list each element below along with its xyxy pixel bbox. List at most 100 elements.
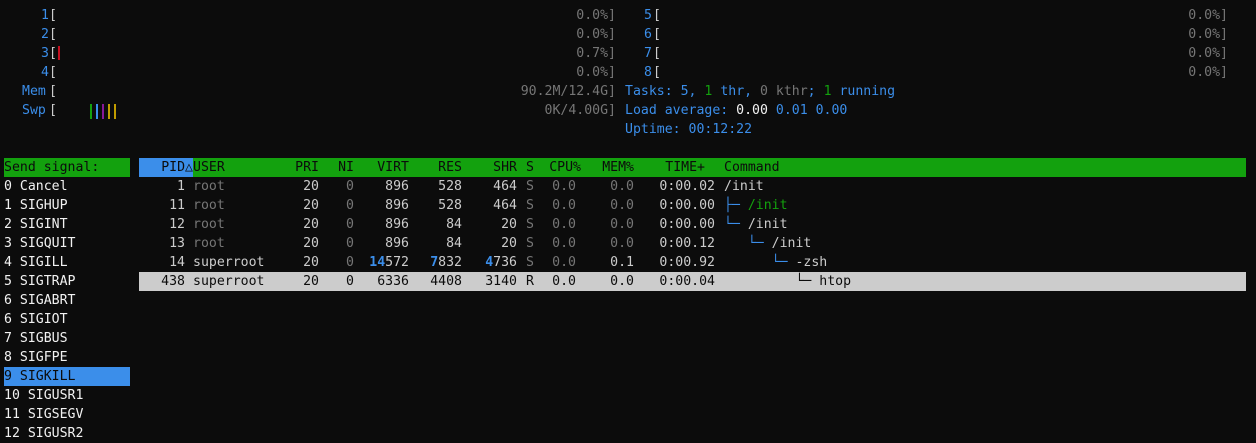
load-5min: 0.01	[775, 103, 808, 118]
process-time: 0:00.12	[659, 236, 715, 251]
tree-branch: └─	[724, 255, 796, 270]
cpu-8-value: 0.0%]	[1188, 65, 1228, 80]
process-row[interactable]: 12 root 20 0 896 84 20 S 0.0 0.0 0:00.00…	[139, 215, 1246, 234]
column-header-mem[interactable]: MEM%	[586, 158, 634, 177]
process-time: 0:00.02	[659, 179, 715, 194]
process-state: S	[526, 255, 534, 270]
process-cpu: 0.0	[552, 274, 576, 289]
process-pid: 13	[169, 236, 185, 251]
process-res: 84	[446, 217, 462, 232]
threads-label: thr	[712, 84, 745, 99]
process-row-selected[interactable]: 438 superroot 20 0 6336 4408 3140 R 0.0 …	[139, 272, 1246, 291]
process-pid: 11	[169, 198, 185, 213]
cpu-7-label: 7	[644, 46, 652, 61]
process-row[interactable]: 13 root 20 0 896 84 20 S 0.0 0.0 0:00.12…	[139, 234, 1246, 253]
signal-item-sigtrap[interactable]: 5 SIGTRAP	[4, 272, 130, 291]
cpu-4-label: 4	[41, 65, 49, 80]
cpu-5-bracket: [	[653, 8, 661, 23]
process-pri: 20	[303, 217, 319, 232]
process-row[interactable]: 11 root 20 0 896 528 464 S 0.0 0.0 0:00.…	[139, 196, 1246, 215]
process-user: root	[193, 179, 225, 194]
signal-item-sigiot[interactable]: 6 SIGIOT	[4, 310, 130, 329]
column-header-res[interactable]: RES	[414, 158, 462, 177]
process-virt: 6336	[377, 274, 409, 289]
process-res: 4408	[430, 274, 462, 289]
process-command: └─ htop	[724, 272, 851, 291]
column-header-cpu[interactable]: CPU%	[539, 158, 581, 177]
process-virt: 14572	[359, 253, 409, 272]
cpu-3-bracket: [	[49, 46, 57, 61]
signal-item-sigbus[interactable]: 7 SIGBUS	[4, 329, 130, 348]
column-header-state[interactable]: S	[526, 158, 534, 177]
load-label: Load average:	[625, 103, 737, 118]
send-signal-header: Send signal:	[4, 158, 130, 177]
cpu-3-bar	[58, 46, 60, 60]
cpu-4-bracket: [	[49, 65, 57, 80]
process-virt: 896	[385, 236, 409, 251]
mem-label: Mem	[22, 84, 46, 99]
column-header-pri[interactable]: PRI	[279, 158, 319, 177]
process-command: ├─ /init	[724, 196, 788, 215]
process-command: └─ /init	[724, 234, 812, 253]
process-user: superroot	[193, 274, 265, 289]
column-header-ni[interactable]: NI	[324, 158, 354, 177]
command-text: /init	[747, 217, 788, 232]
process-user: superroot	[193, 255, 265, 270]
process-command: └─ -zsh	[724, 253, 828, 272]
tree-branch: └─	[724, 274, 820, 289]
signal-item-sigusr1[interactable]: 10 SIGUSR1	[4, 386, 130, 405]
signal-item-cancel[interactable]: 0 Cancel	[4, 177, 130, 196]
process-user: root	[193, 236, 225, 251]
command-text: -zsh	[795, 255, 828, 270]
column-header-shr[interactable]: SHR	[467, 158, 517, 177]
process-command: └─ /init	[724, 215, 788, 234]
process-res: 84	[446, 236, 462, 251]
process-cpu: 0.0	[552, 236, 576, 251]
process-pri: 20	[303, 179, 319, 194]
uptime-value: 00:12:22	[688, 122, 753, 137]
res-low-digits: 832	[438, 255, 462, 270]
signal-item-sigint[interactable]: 2 SIGINT	[4, 215, 130, 234]
process-row[interactable]: 14 superroot 20 0 14572 7832 4736 S 0.0 …	[139, 253, 1246, 272]
cpu-6-value: 0.0%]	[1188, 27, 1228, 42]
tree-branch: └─	[724, 236, 772, 251]
column-header-command[interactable]: Command	[724, 158, 780, 177]
load-average-line: Load average: 0.00 0.01 0.00	[625, 101, 847, 120]
process-state: S	[526, 217, 534, 232]
column-header-time[interactable]: TIME+	[639, 158, 705, 177]
pid-header-label: PID△	[161, 160, 193, 175]
process-res: 7832	[414, 253, 462, 272]
command-text: /init	[747, 198, 788, 213]
column-header-pid[interactable]: PID△	[139, 158, 193, 177]
tasks-sep-2: ,	[744, 84, 761, 99]
signal-item-sigusr2[interactable]: 12 SIGUSR2	[4, 424, 130, 443]
process-row[interactable]: 1 root 20 0 896 528 464 S 0.0 0.0 0:00.0…	[139, 177, 1246, 196]
process-cpu: 0.0	[552, 255, 576, 270]
process-time: 0:00.00	[659, 198, 715, 213]
tasks-count: 5	[680, 84, 689, 99]
signal-item-sigquit[interactable]: 3 SIGQUIT	[4, 234, 130, 253]
signal-item-sigabrt[interactable]: 6 SIGABRT	[4, 291, 130, 310]
kernel-threads: 0 kthr	[760, 84, 808, 99]
signal-item-sigfpe[interactable]: 8 SIGFPE	[4, 348, 130, 367]
column-header-user[interactable]: USER	[193, 158, 225, 177]
signal-item-sigkill[interactable]: 9 SIGKILL	[4, 367, 130, 386]
mem-bar-cache-2	[113, 104, 120, 119]
column-header-virt[interactable]: VIRT	[359, 158, 409, 177]
tree-branch: └─	[724, 217, 748, 232]
signal-item-sighup[interactable]: 1 SIGHUP	[4, 196, 130, 215]
signal-item-sigill[interactable]: 4 SIGILL	[4, 253, 130, 272]
cpu-1-value: 0.0%]	[576, 8, 616, 23]
shr-low-digits: 736	[493, 255, 517, 270]
cpu-6-label: 6	[644, 27, 652, 42]
process-cpu: 0.0	[552, 198, 576, 213]
process-pid: 12	[169, 217, 185, 232]
process-ni: 0	[346, 198, 354, 213]
signal-item-sigsegv[interactable]: 11 SIGSEGV	[4, 405, 130, 424]
running-label: running	[831, 84, 896, 99]
cpu-8-bracket: [	[653, 65, 661, 80]
process-ni: 0	[346, 236, 354, 251]
command-text: /init	[724, 179, 764, 194]
process-pid: 14	[169, 255, 185, 270]
process-table-header: PID△ USER PRI NI VIRT RES SHR S CPU% MEM…	[139, 158, 1246, 177]
